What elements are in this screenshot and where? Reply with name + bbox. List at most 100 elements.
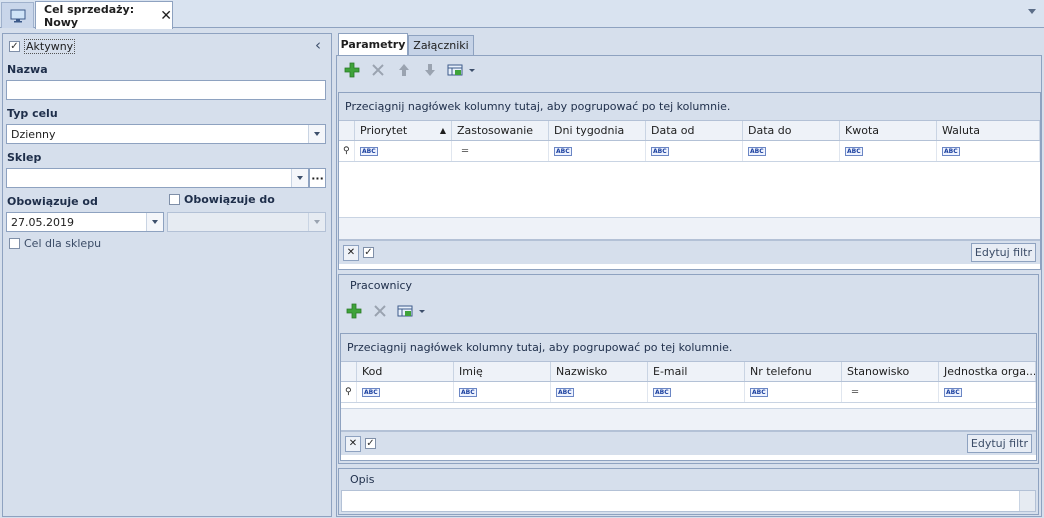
abc-filter-icon: ABC [653, 387, 671, 397]
sklep-label: Sklep [7, 151, 42, 164]
tab-cel-sprzedazy[interactable]: Cel sprzedaży: Nowy ✕ [35, 1, 173, 29]
add-icon[interactable] [342, 60, 362, 80]
tab-list-dropdown-icon[interactable] [1028, 9, 1036, 14]
cel-dla-sklepu-row[interactable]: Cel dla sklepu [9, 237, 101, 250]
chevron-down-icon [308, 213, 325, 231]
row-indicator-header [341, 362, 357, 381]
pracownicy-title: Pracownicy [350, 279, 413, 292]
abc-filter-icon: ABC [459, 387, 477, 397]
filter-cell[interactable]: ABC [646, 141, 743, 161]
summary-row [339, 218, 1040, 240]
abc-filter-icon: ABC [748, 146, 766, 156]
filter-footer: ✕ ✓ Edytuj filtr [339, 240, 1040, 264]
filter-cell[interactable]: ═ [842, 382, 939, 402]
filter-cell[interactable]: ABC [745, 382, 842, 402]
tab-parametry[interactable]: Parametry [338, 33, 408, 55]
sklep-select[interactable] [6, 168, 309, 188]
add-icon[interactable] [344, 301, 364, 321]
obowiazuje-do-checkbox[interactable] [169, 194, 180, 205]
delete-icon[interactable] [368, 60, 388, 80]
clear-filter-icon[interactable]: ✕ [345, 435, 361, 452]
col-nr-telefonu[interactable]: Nr telefonu [745, 362, 842, 381]
obowiazuje-od-date[interactable]: 27.05.2019 [6, 212, 164, 232]
filter-row-icon: ⚲ [339, 141, 355, 161]
edit-filter-button[interactable]: Edytuj filtr [966, 434, 1032, 453]
filter-cell[interactable]: ABC [939, 382, 1036, 402]
pracownicy-header-row: Kod Imię Nazwisko E-mail Nr telefonu Sta… [341, 362, 1036, 382]
filter-cell[interactable]: ABC [648, 382, 745, 402]
sklep-browse-button[interactable]: ··· [309, 168, 326, 188]
filter-enabled-checkbox[interactable]: ✓ [365, 438, 376, 449]
chevron-down-icon[interactable] [291, 169, 308, 187]
col-data-do[interactable]: Data do [743, 121, 840, 140]
filter-cell[interactable]: ABC [357, 382, 454, 402]
col-label: Priorytet [360, 124, 408, 137]
cel-dla-sklepu-checkbox[interactable] [9, 238, 20, 249]
typ-celu-select[interactable]: Dzienny [6, 124, 326, 144]
abc-filter-icon: ABC [651, 146, 669, 156]
filter-cell[interactable]: ABC [937, 141, 1040, 161]
pracownicy-grid: Przeciągnij nagłówek kolumny tutaj, aby … [340, 333, 1037, 461]
filter-cell[interactable]: ABC [549, 141, 646, 161]
equals-filter-icon: ═ [852, 386, 859, 398]
col-imie[interactable]: Imię [454, 362, 551, 381]
filter-cell[interactable]: ABC [840, 141, 937, 161]
group-by-panel[interactable]: Przeciągnij nagłówek kolumny tutaj, aby … [341, 334, 1036, 362]
equals-filter-icon: ═ [462, 145, 469, 157]
obowiazuje-do-checkbox-row[interactable]: Obowiązuje do [169, 193, 275, 206]
col-stanowisko[interactable]: Stanowisko [842, 362, 939, 381]
export-grid-icon[interactable] [446, 60, 478, 80]
nazwa-label: Nazwa [7, 63, 48, 76]
abc-filter-icon: ABC [845, 146, 863, 156]
parametry-grid: Przeciągnij nagłówek kolumny tutaj, aby … [338, 92, 1041, 270]
opis-textarea[interactable] [341, 490, 1036, 512]
abc-filter-icon: ABC [554, 146, 572, 156]
aktywny-checkbox[interactable]: ✓ [9, 41, 20, 52]
typ-celu-value: Dzienny [11, 127, 56, 141]
col-nazwisko[interactable]: Nazwisko [551, 362, 648, 381]
col-dni-tygodnia[interactable]: Dni tygodnia [549, 121, 646, 140]
chevron-down-icon[interactable] [308, 125, 325, 143]
cel-dla-sklepu-label: Cel dla sklepu [24, 237, 102, 250]
parametry-toolbar [342, 60, 478, 80]
arrow-down-icon[interactable] [420, 60, 440, 80]
col-kod[interactable]: Kod [357, 362, 454, 381]
edit-filter-button[interactable]: Edytuj filtr [970, 243, 1036, 262]
obowiazuje-od-label: Obowiązuje od [7, 195, 98, 208]
parametry-header-row: Priorytet ▲ Zastosowanie Dni tygodnia Da… [339, 121, 1040, 141]
close-icon[interactable]: ✕ [160, 8, 172, 24]
filter-cell[interactable]: ABC [355, 141, 452, 161]
aktywny-checkbox-row[interactable]: ✓ Aktywny [9, 39, 76, 54]
filter-cell[interactable]: ABC [743, 141, 840, 161]
filter-cell[interactable]: ═ [452, 141, 549, 161]
chevron-down-icon[interactable] [146, 213, 163, 231]
col-waluta[interactable]: Waluta [937, 121, 1040, 140]
home-tab[interactable] [1, 2, 34, 28]
row-indicator-header [339, 121, 355, 140]
arrow-up-icon[interactable] [394, 60, 414, 80]
col-zastosowanie[interactable]: Zastosowanie [452, 121, 549, 140]
grid-rows-area[interactable] [339, 162, 1040, 218]
collapse-panel-icon[interactable]: ‹ [315, 36, 321, 54]
opis-scrollbar[interactable] [1019, 491, 1035, 511]
col-kwota[interactable]: Kwota [840, 121, 937, 140]
filter-cell[interactable]: ABC [551, 382, 648, 402]
clear-filter-icon[interactable]: ✕ [343, 244, 359, 261]
aktywny-label: Aktywny [24, 39, 76, 54]
nazwa-input[interactable] [6, 80, 326, 100]
abc-filter-icon: ABC [944, 387, 962, 397]
col-email[interactable]: E-mail [648, 362, 745, 381]
filter-cell[interactable]: ABC [454, 382, 551, 402]
col-jednostka-organizacyjna[interactable]: Jednostka orga... [939, 362, 1036, 381]
col-priorytet[interactable]: Priorytet ▲ [355, 121, 452, 140]
abc-filter-icon: ABC [556, 387, 574, 397]
tab-title: Cel sprzedaży: Nowy [44, 2, 135, 29]
export-grid-icon[interactable] [396, 301, 428, 321]
col-data-od[interactable]: Data od [646, 121, 743, 140]
delete-icon[interactable] [370, 301, 390, 321]
filter-row-icon: ⚲ [341, 382, 357, 402]
abc-filter-icon: ABC [362, 387, 380, 397]
group-by-panel[interactable]: Przeciągnij nagłówek kolumny tutaj, aby … [339, 93, 1040, 121]
tab-zalaczniki[interactable]: Załączniki [408, 35, 474, 55]
filter-enabled-checkbox[interactable]: ✓ [363, 247, 374, 258]
